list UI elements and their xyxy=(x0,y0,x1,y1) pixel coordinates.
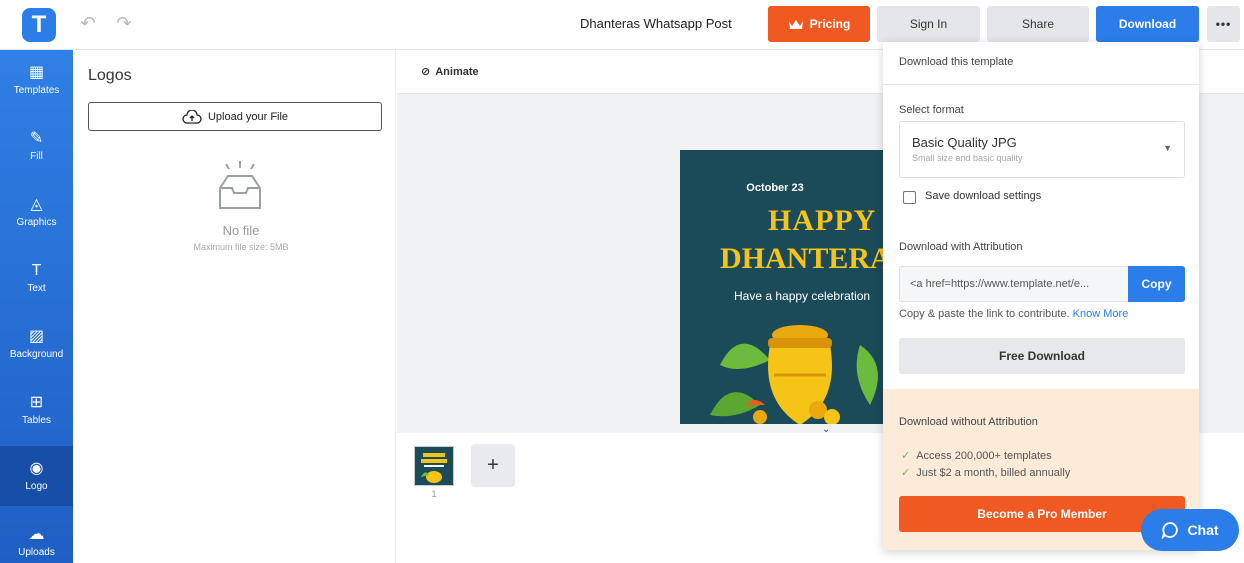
rail-item-label: Fill xyxy=(30,150,43,162)
table-icon: ⊞ xyxy=(29,393,44,411)
sign-in-button[interactable]: Sign In xyxy=(877,6,980,42)
chevron-down-icon: ▼ xyxy=(1163,143,1172,153)
select-format-label: Select format xyxy=(899,104,964,116)
cloud-upload-icon: ☁ xyxy=(28,525,45,543)
rail-item-fill[interactable]: ✎ Fill xyxy=(0,116,73,176)
chat-button[interactable]: Chat xyxy=(1141,509,1239,551)
panel-title: Logos xyxy=(88,67,132,84)
animate-icon: ⊘ xyxy=(421,66,431,78)
upload-label: Upload your File xyxy=(207,110,289,123)
poster-date[interactable]: October 23 xyxy=(680,182,870,194)
cloud-upload-icon xyxy=(182,109,202,124)
rail-item-label: Tables xyxy=(22,414,51,426)
logo-icon: ◉ xyxy=(29,459,44,477)
design-canvas[interactable]: October 23 HAPPY DHANTERAS Have a happy … xyxy=(680,150,885,424)
text-icon: T xyxy=(31,261,42,279)
upload-file-button[interactable]: Upload your File xyxy=(88,102,382,131)
chat-label: Chat xyxy=(1187,522,1219,538)
format-select[interactable]: Basic Quality JPG Small size and basic q… xyxy=(899,121,1185,178)
logos-panel: Logos Upload your File No file Maximum f… xyxy=(73,50,396,563)
background-icon: ▨ xyxy=(28,327,45,345)
download-dropdown: Download this template Select format Bas… xyxy=(883,42,1199,550)
rail-item-templates[interactable]: ▦ Templates xyxy=(0,50,73,110)
check-icon: ✓ xyxy=(901,467,911,479)
templates-icon: ▦ xyxy=(28,63,45,81)
poster-headline-2[interactable]: DHANTERAS xyxy=(720,242,885,276)
animate-label: Animate xyxy=(435,65,479,78)
pricing-button[interactable]: Pricing xyxy=(768,6,870,42)
rail-item-label: Text xyxy=(27,282,46,294)
chevron-down-icon[interactable]: ⌄ xyxy=(822,424,830,435)
document-title[interactable]: Dhanteras Whatsapp Post xyxy=(580,16,732,31)
copy-button[interactable]: Copy xyxy=(1128,266,1185,302)
crown-icon xyxy=(788,20,803,29)
rail-item-label: Graphics xyxy=(16,216,57,228)
check-icon: ✓ xyxy=(901,450,911,462)
thumbnail-preview xyxy=(421,453,447,483)
more-options-button[interactable]: ••• xyxy=(1207,6,1240,42)
pro-feature-item: ✓ Just $2 a month, billed annually xyxy=(901,466,1071,480)
rail-item-label: Uploads xyxy=(18,546,55,558)
pricing-label: Pricing xyxy=(809,17,851,31)
dropdown-title: Download this template xyxy=(899,56,1014,68)
redo-icon[interactable]: ↷ xyxy=(114,13,134,33)
rail-item-label: Background xyxy=(9,348,64,360)
rail-item-label: Templates xyxy=(13,84,60,96)
contribute-text: Copy & paste the link to contribute. Kno… xyxy=(899,308,1128,320)
download-button[interactable]: Download xyxy=(1096,6,1199,42)
without-attribution-label: Download without Attribution xyxy=(899,416,1038,428)
pencil-icon: ✎ xyxy=(29,129,44,147)
empty-title: No file xyxy=(222,223,260,238)
shapes-icon: ◬ xyxy=(30,195,43,213)
dropdown-header: Download this template xyxy=(883,42,1199,85)
left-rail: ▦ Templates ✎ Fill ◬ Graphics T Text ▨ B… xyxy=(0,50,73,563)
rail-item-logo[interactable]: ◉ Logo xyxy=(0,446,73,506)
rail-item-label: Logo xyxy=(25,480,48,492)
page-number: 1 xyxy=(431,489,437,499)
format-selected: Basic Quality JPG xyxy=(912,135,1017,150)
poster-headline-1[interactable]: HAPPY xyxy=(768,204,876,238)
contribute-label: Copy & paste the link to contribute. xyxy=(899,308,1070,320)
animate-button[interactable]: ⊘ Animate xyxy=(421,65,479,79)
rail-item-text[interactable]: T Text xyxy=(0,248,73,308)
chat-bubble-icon xyxy=(1162,522,1179,539)
rail-item-tables[interactable]: ⊞ Tables xyxy=(0,380,73,440)
share-button[interactable]: Share xyxy=(987,6,1089,42)
attribution-link-field[interactable]: <a href=https://www.template.net/e... xyxy=(899,266,1128,302)
free-download-button[interactable]: Free Download xyxy=(899,338,1185,374)
rail-item-uploads[interactable]: ☁ Uploads xyxy=(0,512,73,563)
add-page-button[interactable]: + xyxy=(471,444,515,487)
format-description: Small size and basic quality xyxy=(912,153,1023,163)
know-more-link[interactable]: Know More xyxy=(1073,308,1129,320)
rail-item-background[interactable]: ▨ Background xyxy=(0,314,73,374)
app-logo[interactable]: T xyxy=(22,8,56,42)
page-thumbnail[interactable] xyxy=(414,446,454,486)
attribution-label: Download with Attribution xyxy=(899,241,1023,253)
max-file-size: Maximum file size: 5MB xyxy=(193,242,289,252)
save-settings-checkbox[interactable] xyxy=(903,191,916,204)
gold-pot-illustration[interactable] xyxy=(700,305,885,424)
poster-subtitle[interactable]: Have a happy celebration xyxy=(734,289,870,303)
pro-feature-item: ✓ Access 200,000+ templates xyxy=(901,449,1052,463)
pro-feature-label: Just $2 a month, billed annually xyxy=(916,466,1071,479)
save-settings-label[interactable]: Save download settings xyxy=(925,190,1041,202)
pro-feature-label: Access 200,000+ templates xyxy=(916,449,1052,462)
undo-icon[interactable]: ↶ xyxy=(78,13,98,33)
empty-inbox-icon xyxy=(212,160,268,217)
rail-item-graphics[interactable]: ◬ Graphics xyxy=(0,182,73,242)
